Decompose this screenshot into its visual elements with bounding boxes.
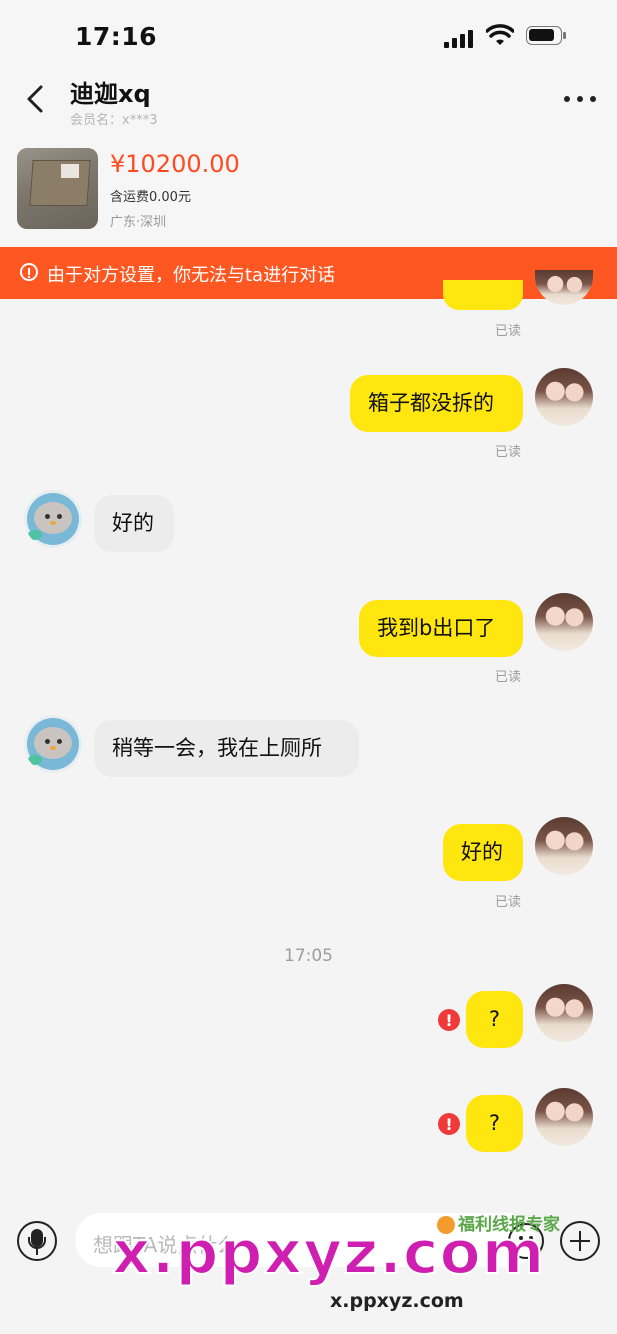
watermark-main: x.ppxyz.com	[111, 1217, 546, 1289]
shipping-fee: 含运费0.00元	[110, 190, 191, 205]
read-receipt: 已读	[495, 895, 522, 910]
read-receipt: 已读	[495, 670, 522, 685]
read-receipt: 已读	[495, 324, 522, 339]
my-avatar[interactable]	[535, 984, 593, 1042]
send-failed-icon[interactable]: !	[438, 1009, 460, 1031]
watermark-sub: x.ppxyz.com	[330, 1290, 464, 1312]
product-image[interactable]	[17, 148, 98, 229]
contact-avatar[interactable]	[24, 490, 82, 548]
my-avatar[interactable]	[535, 817, 593, 875]
product-price: ¥10200.00	[110, 150, 240, 178]
contact-avatar[interactable]	[24, 715, 82, 773]
more-icon[interactable]	[564, 96, 598, 104]
status-time: 17:16	[75, 22, 158, 51]
send-failed-icon[interactable]: !	[438, 1113, 460, 1135]
banner-text: 由于对方设置，你无法与ta进行对话	[47, 265, 336, 286]
message-bubble-them[interactable]: 稍等一会，我在上厕所	[94, 720, 359, 777]
back-icon[interactable]	[22, 84, 48, 114]
my-avatar[interactable]	[535, 1088, 593, 1146]
member-name: 会员名：x***3	[70, 113, 158, 128]
my-avatar[interactable]	[535, 368, 593, 426]
restriction-banner: 由于对方设置，你无法与ta进行对话	[0, 247, 617, 299]
chat-title: 迪迦xq	[70, 80, 151, 108]
signal-icon	[444, 30, 476, 48]
my-avatar[interactable]	[535, 270, 593, 305]
warning-icon	[20, 263, 38, 281]
message-bubble-me[interactable]: 箱子都没拆的	[350, 375, 523, 432]
message-bubble-me[interactable]	[443, 280, 523, 310]
message-bubble-them[interactable]: 好的	[94, 495, 174, 552]
message-bubble-me[interactable]: 我到b出口了	[359, 600, 523, 657]
product-location: 广东·深圳	[110, 215, 167, 230]
my-avatar[interactable]	[535, 593, 593, 651]
chat-timestamp: 17:05	[284, 946, 333, 966]
message-bubble-me[interactable]: 好的	[443, 824, 523, 881]
voice-input-icon[interactable]	[17, 1221, 57, 1261]
add-icon[interactable]	[560, 1221, 600, 1261]
wifi-icon	[486, 24, 514, 45]
battery-icon	[526, 26, 566, 45]
read-receipt: 已读	[495, 445, 522, 460]
message-bubble-me[interactable]: ?	[466, 1095, 523, 1152]
message-bubble-me[interactable]: ?	[466, 991, 523, 1048]
